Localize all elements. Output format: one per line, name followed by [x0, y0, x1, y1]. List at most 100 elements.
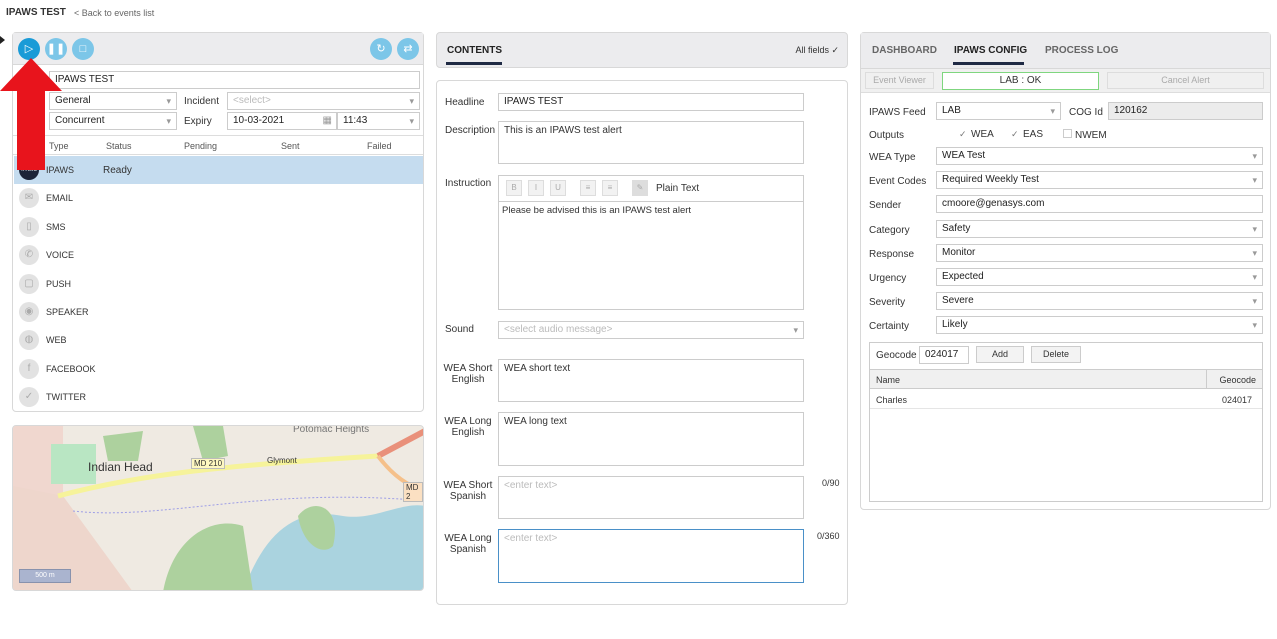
- col-sent: Sent: [281, 141, 300, 151]
- field-label: Sender: [869, 200, 902, 212]
- map[interactable]: Indian Head MD 210 Glymont Potomac Heigh…: [12, 425, 424, 591]
- channel-table-header: Type Status Pending Sent Failed: [13, 135, 423, 155]
- field-label: Certainty: [869, 321, 910, 333]
- underline-button[interactable]: U: [550, 180, 566, 196]
- refresh-button[interactable]: ↻: [370, 38, 392, 60]
- ordered-list-button[interactable]: ≡: [580, 180, 596, 196]
- bullet-list-button[interactable]: ≡: [602, 180, 618, 196]
- col-name: Name: [876, 375, 901, 385]
- expiry-time-select[interactable]: 11:43: [337, 112, 420, 130]
- globe-icon: ◍: [19, 330, 39, 351]
- map-label: Glymont: [267, 456, 297, 465]
- cancel-alert-button[interactable]: Cancel Alert: [1107, 72, 1264, 89]
- wea-long-en-textarea[interactable]: WEA long text: [498, 412, 804, 466]
- headline-label: Headline: [445, 97, 485, 108]
- add-button[interactable]: Add: [976, 346, 1024, 363]
- caret-icon: [0, 36, 5, 44]
- severity-select[interactable]: Severe: [936, 292, 1263, 311]
- back-link[interactable]: < Back to events list: [74, 8, 154, 18]
- channel-row[interactable]: f FACEBOOK: [14, 355, 423, 383]
- output-checkbox-nwem[interactable]: NWEM: [1063, 129, 1107, 141]
- event-codes-select[interactable]: Required Weekly Test: [936, 171, 1263, 190]
- repeat-button[interactable]: ⇄: [397, 38, 419, 60]
- channel-row[interactable]: IPAWS IPAWS Ready: [14, 156, 423, 184]
- output-checkbox-eas[interactable]: ✓ EAS: [1011, 129, 1043, 140]
- wea-short-en-textarea[interactable]: WEA short text: [498, 359, 804, 402]
- channel-row[interactable]: ▢ PUSH: [14, 270, 423, 298]
- feed-select[interactable]: LAB: [936, 102, 1061, 120]
- bold-button[interactable]: B: [506, 180, 522, 196]
- description-textarea[interactable]: This is an IPAWS test alert: [498, 121, 804, 164]
- tab-dashboard[interactable]: DASHBOARD: [872, 45, 937, 56]
- editor-toolbar: B I U ≡ ≡ ✎ Plain Text: [499, 176, 803, 202]
- channel-type: PUSH: [46, 278, 72, 289]
- tab-process-log[interactable]: PROCESS LOG: [1045, 45, 1118, 56]
- channel-type: SMS: [46, 221, 66, 232]
- geocode-input[interactable]: 024017: [919, 346, 969, 364]
- channel-row[interactable]: ▯ SMS: [14, 213, 423, 241]
- urgency-select[interactable]: Expected: [936, 268, 1263, 286]
- phone-icon: ✆: [19, 245, 39, 266]
- plain-text-icon[interactable]: ✎: [632, 180, 648, 196]
- wea-long-es-textarea[interactable]: <enter text>: [498, 529, 804, 583]
- map-canvas: [13, 426, 423, 590]
- wea-short-es-textarea[interactable]: <enter text>: [498, 476, 804, 519]
- config-tabs: DASHBOARD IPAWS CONFIG PROCESS LOG: [861, 33, 1270, 69]
- delete-button[interactable]: Delete: [1031, 346, 1081, 363]
- mode-select[interactable]: Concurrent: [49, 112, 177, 130]
- col-geocode: Geocode: [1219, 375, 1256, 385]
- facebook-icon: f: [19, 358, 39, 379]
- sound-select[interactable]: <select audio message>: [498, 321, 804, 339]
- map-scale: 500 m: [19, 569, 71, 583]
- output-checkbox-wea[interactable]: ✓ WEA: [959, 129, 994, 140]
- instruction-editor[interactable]: B I U ≡ ≡ ✎ Plain Text Please be advised…: [498, 175, 804, 310]
- map-label: MD 2: [403, 482, 423, 502]
- red-arrow-annotation: [0, 58, 62, 170]
- tab-contents[interactable]: CONTENTS: [447, 45, 502, 56]
- push-icon: ▢: [19, 273, 39, 294]
- geocode-row-code: 024017: [1221, 395, 1252, 405]
- checkmark-icon: ✓: [959, 129, 967, 139]
- config-panel: DASHBOARD IPAWS CONFIG PROCESS LOG Event…: [860, 32, 1271, 510]
- category-select[interactable]: Safety: [936, 219, 1263, 238]
- tab-ipaws-config[interactable]: IPAWS CONFIG: [954, 45, 1027, 56]
- channel-type: EMAIL: [46, 193, 74, 204]
- cog-label: COG Id: [1069, 107, 1103, 118]
- event-panel: ▷ ❚❚ □ ↻ ⇄ E IPAWS TEST General Incident…: [12, 32, 424, 412]
- wea-type-select[interactable]: WEA Test: [936, 147, 1263, 165]
- contents-panel: Headline IPAWS TEST Description This is …: [436, 80, 848, 605]
- stop-button[interactable]: □: [72, 38, 94, 60]
- italic-button[interactable]: I: [528, 180, 544, 196]
- channel-row[interactable]: ◉ SPEAKER: [14, 298, 423, 326]
- play-button[interactable]: ▷: [18, 38, 40, 60]
- status-indicator: LAB : OK: [942, 72, 1099, 90]
- event-name-input[interactable]: IPAWS TEST: [49, 71, 420, 89]
- all-fields-toggle[interactable]: All fields ✓: [795, 45, 839, 56]
- geocode-box: Geocode 024017 Add Delete Name Geocode C…: [869, 342, 1263, 502]
- headline-input[interactable]: IPAWS TEST: [498, 93, 804, 111]
- channel-row[interactable]: ◍ WEB: [14, 326, 423, 354]
- channel-row[interactable]: ✉ EMAIL: [14, 184, 423, 212]
- incident-select[interactable]: <select>: [227, 92, 420, 110]
- map-label: Indian Head: [88, 460, 153, 474]
- response-select[interactable]: Monitor: [936, 243, 1263, 262]
- geocode-row[interactable]: Charles 024017: [870, 389, 1262, 409]
- certainty-select[interactable]: Likely: [936, 316, 1263, 335]
- incident-label: Incident: [184, 96, 220, 107]
- sms-icon: ▯: [19, 216, 39, 237]
- type-select[interactable]: General: [49, 92, 177, 110]
- action-bar: Event Viewer LAB : OK Cancel Alert: [861, 69, 1270, 93]
- speaker-icon: ◉: [19, 302, 39, 322]
- cog-input: 120162: [1108, 102, 1263, 120]
- calendar-icon[interactable]: ▦: [323, 113, 332, 129]
- field-label: WEA Type: [869, 152, 916, 163]
- sound-label: Sound: [445, 324, 474, 335]
- pause-button[interactable]: ❚❚: [45, 38, 67, 60]
- geocode-row-name: Charles: [876, 395, 908, 405]
- event-viewer-button[interactable]: Event Viewer: [865, 72, 934, 89]
- channel-row[interactable]: ✓ TWITTER: [14, 383, 423, 411]
- channel-row[interactable]: ✆ VOICE: [14, 241, 423, 269]
- instruction-text[interactable]: Please be advised this is an IPAWS test …: [502, 205, 691, 216]
- expiry-date-input[interactable]: 10-03-2021 ▦: [227, 112, 337, 130]
- sender-input[interactable]: cmoore@genasys.com: [936, 195, 1263, 214]
